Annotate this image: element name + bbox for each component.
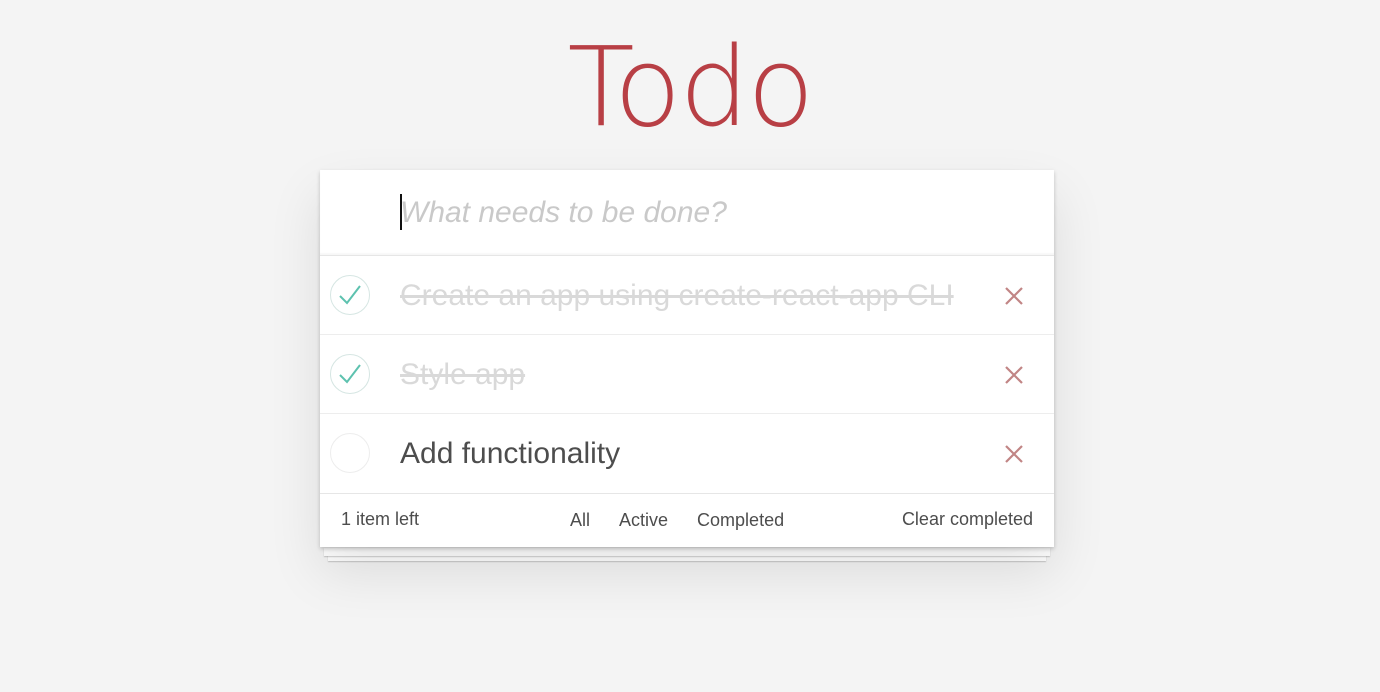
new-todo-row <box>320 170 1054 256</box>
delete-todo-button[interactable] <box>1000 440 1028 468</box>
close-icon <box>1005 366 1023 384</box>
page: Todo Create an app using create-react-ap… <box>0 0 1380 692</box>
check-icon <box>339 364 361 384</box>
delete-todo-button[interactable] <box>1000 361 1028 389</box>
todo-footer: 1 item left All Active Completed Clear c… <box>320 494 1054 547</box>
items-left-count: 1 item left <box>341 509 420 529</box>
clear-completed-button[interactable]: Clear completed <box>902 509 1033 530</box>
todo-app: Create an app using create-react-app CLI… <box>320 170 1054 547</box>
todo-toggle[interactable] <box>330 354 370 394</box>
stack-shadow-1 <box>324 548 1050 556</box>
todo-label[interactable]: Create an app using create-react-app CLI <box>400 276 996 316</box>
todo-label[interactable]: Add functionality <box>400 434 996 474</box>
todo-item: Style app <box>320 335 1054 414</box>
filter-list: All Active Completed <box>570 510 813 531</box>
todo-item: Create an app using create-react-app CLI <box>320 256 1054 335</box>
check-icon <box>339 285 361 305</box>
page-title: Todo <box>567 23 815 151</box>
close-icon <box>1005 287 1023 305</box>
todo-label[interactable]: Style app <box>400 355 996 395</box>
close-icon <box>1005 445 1023 463</box>
filter-all[interactable]: All <box>570 510 590 531</box>
new-todo-input[interactable] <box>400 188 1020 238</box>
todo-item: Add functionality <box>320 414 1054 494</box>
filter-active[interactable]: Active <box>619 510 668 531</box>
delete-todo-button[interactable] <box>1000 282 1028 310</box>
text-caret <box>400 194 402 230</box>
filter-completed[interactable]: Completed <box>697 510 784 531</box>
todo-toggle[interactable] <box>330 433 370 473</box>
todo-toggle[interactable] <box>330 275 370 315</box>
